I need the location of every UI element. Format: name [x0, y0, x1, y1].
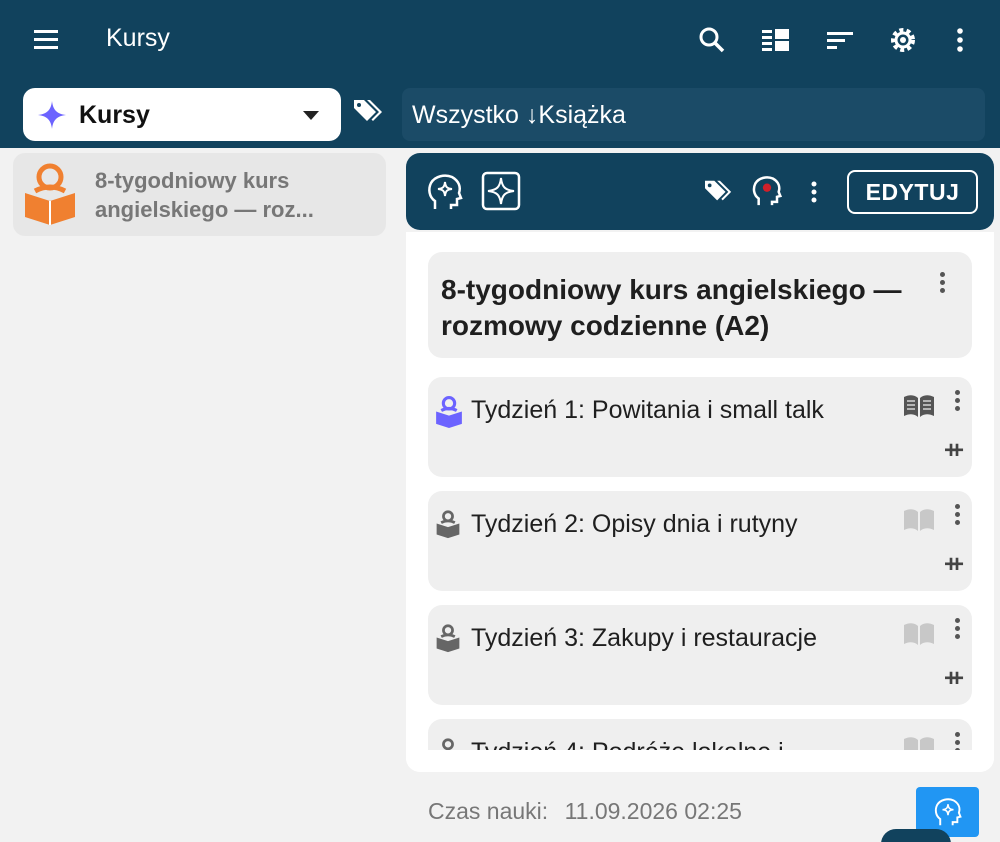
search-icon[interactable]: [692, 20, 732, 60]
dropdown-label: Kursy: [79, 101, 150, 129]
course-header-card: 8-tygodniowy kurs angielskiego — rozmowy…: [428, 252, 972, 358]
tags-icon[interactable]: [352, 96, 390, 134]
category-dropdown[interactable]: Kursy: [23, 88, 341, 141]
course-title: 8-tygodniowy kurs angielskiego — rozmowy…: [441, 274, 902, 341]
more-vert-icon[interactable]: [804, 177, 824, 207]
course-list-item[interactable]: 8-tygodniowy kurs angielskiego — roz...: [13, 153, 386, 236]
brain-flag-icon[interactable]: [749, 173, 785, 209]
hamburger-menu-icon[interactable]: [30, 22, 66, 58]
week-title: Tydzień 3: Zakupy i restauracje: [471, 624, 817, 652]
more-vert-icon[interactable]: [952, 618, 962, 640]
sort-icon[interactable]: [820, 20, 860, 60]
reader-icon: [434, 623, 462, 658]
gear-icon[interactable]: [883, 20, 923, 60]
week-item[interactable]: Tydzień 1: Powitania i small talk ++: [428, 377, 972, 477]
add-subitem-button[interactable]: ++: [944, 551, 964, 579]
study-time-label: Czas nauki:: [428, 798, 549, 824]
week-item[interactable]: Tydzień 3: Zakupy i restauracje ++: [428, 605, 972, 705]
open-book-icon[interactable]: [902, 393, 936, 424]
app-bar: Kursy Kursy Wszystko ↓Książka: [0, 0, 1000, 148]
study-time-value: 11.09.2026 02:25: [564, 798, 742, 824]
list-clip-mask: [406, 750, 994, 772]
study-time: Czas nauki: 11.09.2026 02:25: [428, 798, 742, 825]
course-toolbar: EDYTUJ: [406, 153, 994, 230]
more-vert-icon[interactable]: [952, 504, 962, 526]
tag-filter-field[interactable]: Wszystko ↓Książka: [402, 88, 985, 141]
sparkle-icon: [37, 100, 67, 135]
tag-filter-text: Wszystko ↓Książka: [412, 101, 626, 129]
week-item[interactable]: Tydzień 2: Opisy dnia i rutyny ++: [428, 491, 972, 591]
week-title: Tydzień 1: Powitania i small talk: [471, 396, 824, 424]
more-vert-icon[interactable]: [940, 20, 980, 60]
edit-button[interactable]: EDYTUJ: [847, 170, 978, 214]
add-subitem-button[interactable]: ++: [944, 665, 964, 693]
brain-sparkle-icon: [934, 798, 962, 826]
secondary-fab-button[interactable]: [881, 829, 951, 842]
chevron-down-icon: [303, 111, 319, 120]
sparkle-box-icon[interactable]: [481, 171, 521, 211]
app-title: Kursy: [106, 24, 170, 52]
reader-icon: [434, 395, 464, 434]
reader-icon: [434, 509, 462, 544]
more-vert-icon[interactable]: [937, 272, 947, 294]
more-vert-icon[interactable]: [952, 390, 962, 412]
view-list-icon[interactable]: [756, 20, 796, 60]
brain-sparkle-icon[interactable]: [424, 171, 466, 213]
open-book-icon[interactable]: [902, 621, 936, 652]
open-book-icon[interactable]: [902, 507, 936, 538]
tags-icon[interactable]: [701, 173, 737, 209]
course-list-item-title: 8-tygodniowy kurs angielskiego — roz...: [95, 168, 314, 222]
course-detail-panel: 8-tygodniowy kurs angielskiego — rozmowy…: [406, 232, 994, 772]
add-subitem-button[interactable]: ++: [944, 437, 964, 465]
week-title: Tydzień 2: Opisy dnia i rutyny: [471, 510, 798, 538]
reader-icon: [21, 161, 79, 232]
